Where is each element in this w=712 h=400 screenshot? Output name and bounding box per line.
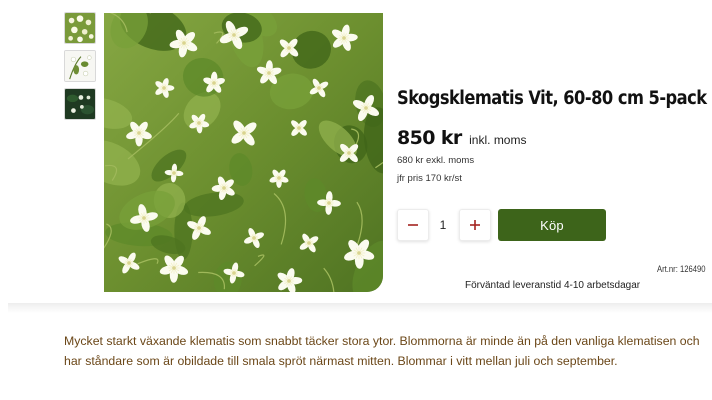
- product-description: Mycket starkt växande klematis som snabb…: [64, 334, 700, 368]
- product-page: Skogsklematis Vit, 60-80 cm 5-pack 850 k…: [0, 0, 712, 400]
- section-divider: [8, 303, 712, 313]
- price-row: 850 kr inkl. moms: [397, 127, 526, 149]
- main-product-image[interactable]: [104, 13, 383, 292]
- article-number: Art.nr: 126490: [657, 264, 706, 274]
- delivery-time: Förväntad leveranstid 4-10 arbetsdagar: [465, 280, 641, 291]
- price: 850 kr: [397, 127, 462, 149]
- product-title: Skogsklematis Vit, 60-80 cm 5-pack: [397, 88, 707, 109]
- minus-icon: [408, 224, 418, 226]
- increase-quantity-button[interactable]: [459, 209, 491, 241]
- thumbnail-1[interactable]: [64, 12, 96, 44]
- decrease-quantity-button[interactable]: [397, 209, 429, 241]
- buy-button[interactable]: Köp: [498, 209, 606, 241]
- comparison-price: jfr pris 170 kr/st: [397, 173, 462, 184]
- plus-icon: [470, 220, 480, 230]
- thumbnail-2[interactable]: [64, 50, 96, 82]
- thumbnail-3[interactable]: [64, 88, 96, 120]
- price-vat-label: inkl. moms: [469, 133, 527, 147]
- price-excl-vat: 680 kr exkl. moms: [397, 155, 475, 166]
- quantity-value[interactable]: 1: [431, 218, 455, 232]
- thumbnail-gallery: [64, 12, 98, 126]
